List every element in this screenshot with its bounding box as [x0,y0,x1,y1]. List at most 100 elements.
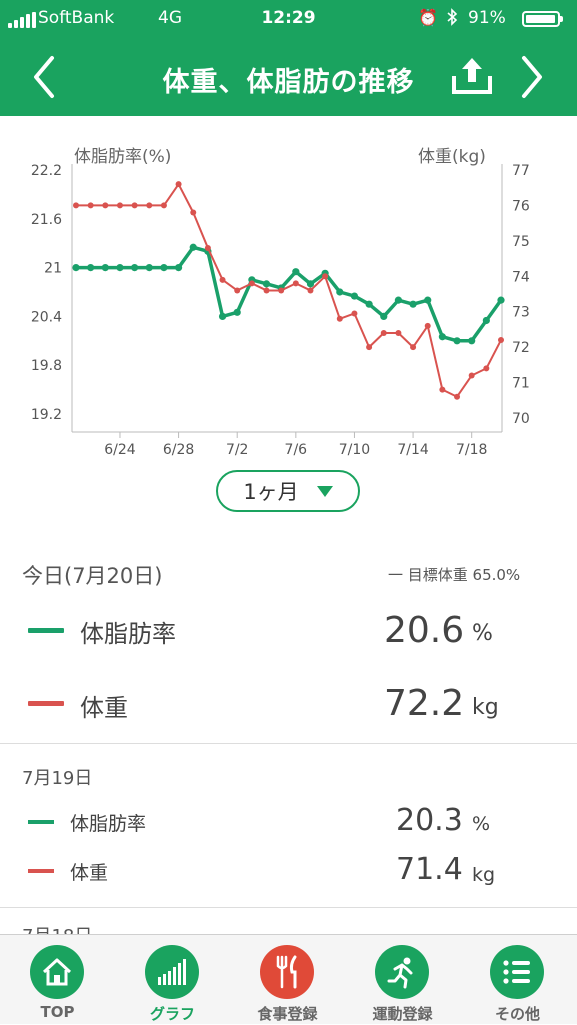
weight-data-point [410,344,417,351]
tab-label: その他 [494,1005,540,1023]
fat-data-point [394,296,403,304]
weight-data-point [468,372,475,379]
fat-data-point [365,300,373,308]
period-dropdown[interactable]: 1ヶ月 [216,470,360,512]
weight-data-point [454,393,461,400]
weight-data-point [351,310,358,317]
right-tick-label: 76 [512,198,530,214]
fat-data-point [72,264,80,272]
weight-data-point [395,329,402,336]
right-tick-label: 73 [512,305,530,321]
x-tick-label: 7/14 [397,442,429,458]
tab-other[interactable]: その他 [460,935,575,1025]
weight-legend-line [28,869,54,873]
running-icon [375,945,429,999]
divider [0,743,577,744]
fat-data-point [438,333,446,341]
bar-chart-icon [145,945,199,999]
weight-data-point [116,202,123,209]
left-tick-label: 21.6 [31,212,62,228]
fat-data-point [145,264,153,272]
x-tick-label: 6/24 [104,442,136,458]
tab-graph[interactable]: グラフ [115,935,230,1025]
fat-data-point [233,308,241,316]
weight-data-point [234,287,241,294]
fat-data-point [262,280,271,288]
today-date: 今日(7月20日) [22,564,163,588]
day-weight-unit: kg [472,864,496,886]
fat-data-point [189,243,197,251]
fat-data-point [160,264,168,272]
weight-data-point [190,209,197,216]
upload-icon [452,58,492,94]
day-date: 7月19日 [22,768,93,789]
weight-data-point [263,287,270,294]
tab-exercise[interactable]: 運動登録 [345,935,460,1025]
today-fat-value: 20.6 [384,610,465,651]
weight-series-line [76,183,502,398]
weight-data-point [322,273,329,280]
weight-data-point [160,202,167,209]
day-fat-value: 20.3 [396,803,463,838]
fat-data-point [350,292,359,300]
bluetooth-icon [446,8,458,30]
weight-data-point [366,344,373,351]
fork-knife-icon [260,945,314,999]
weight-data-point [439,386,446,393]
dropdown-triangle-icon [316,485,333,497]
weight-legend-line [28,701,64,706]
weight-data-point [248,280,255,287]
day-weight-label: 体重 [70,862,109,884]
weight-data-point [278,287,285,294]
left-tick-label: 19.2 [31,407,62,423]
fat-data-point [482,316,490,325]
fat-legend-line [28,820,54,824]
divider [0,907,577,908]
fat-data-point [116,264,124,272]
x-tick-label: 7/18 [456,442,487,458]
today-weight-label: 体重 [80,694,128,722]
left-tick-label: 19.8 [31,358,62,374]
next-button[interactable] [518,54,548,104]
left-tick-label: 21 [44,261,62,277]
weight-data-point [175,181,182,188]
weight-data-point [131,202,138,209]
tab-top[interactable]: TOP [0,935,115,1025]
today-weight-unit: kg [472,695,499,720]
weight-data-point [380,329,387,336]
weight-data-point [336,315,343,322]
day-fat-unit: % [472,813,491,835]
chart-svg: 体脂肪率(%) 体重(kg) 22.2 21.6 21 20.4 19.8 19.2 77 7… [31,147,530,458]
tab-label: TOP [40,1003,75,1021]
fat-data-point [131,264,139,272]
alarm-icon: ⏰ [418,8,438,27]
share-button[interactable] [448,52,496,104]
period-label: 1ヶ月 [243,480,299,504]
tab-meal[interactable]: 食事登録 [230,935,345,1025]
chevron-right-icon [522,56,542,98]
fat-data-point [87,264,95,272]
fat-data-point [292,268,300,276]
x-tick-label: 7/6 [285,442,308,458]
right-tick-label: 75 [512,234,530,250]
target-weight: 一 目標体重 65.0% [388,566,521,584]
fat-data-point [336,288,344,296]
list-icon [490,945,544,999]
fat-series-line [76,245,503,343]
weight-data-point [292,280,299,287]
day-fat-label: 体脂肪率 [70,813,147,835]
weight-data-point [73,202,79,209]
fat-data-point [218,312,227,320]
tab-label: 食事登録 [257,1005,318,1023]
weight-fat-chart: 体脂肪率(%) 体重(kg) 22.2 21.6 21 20.4 19.8 19.2 77 7… [0,116,577,476]
fat-data-point [380,312,388,320]
fat-data-point [424,296,432,304]
right-tick-label: 77 [512,163,530,179]
fat-data-point [306,280,315,288]
x-tick-label: 6/28 [163,442,194,458]
fat-data-point [468,337,476,345]
status-bar: SoftBank 4G 12:29 ⏰ 91% [0,0,577,38]
battery-icon [522,11,563,27]
x-tick-label: 7/2 [226,442,249,458]
fat-data-point [497,296,505,304]
